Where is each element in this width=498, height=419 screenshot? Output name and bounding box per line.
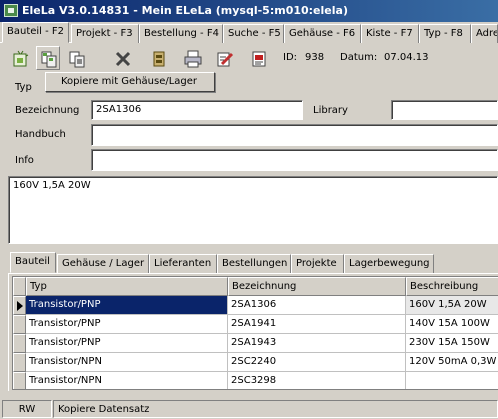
column-header-bezeichnung[interactable]: Bezeichnung xyxy=(228,277,406,296)
datasheet-button[interactable] xyxy=(246,46,270,70)
tab-suche[interactable]: Suche - F5 xyxy=(223,24,284,43)
table-cell[interactable]: 2SA1306 xyxy=(228,296,406,315)
copy-icon xyxy=(41,51,57,68)
delete-button[interactable] xyxy=(110,46,134,70)
typ-label: Typ xyxy=(15,82,32,93)
grid-panel: Typ Bezeichnung Beschreibung Transistor/… xyxy=(8,273,498,391)
table-cell[interactable]: 2SA1941 xyxy=(228,315,406,334)
row-indicator[interactable] xyxy=(13,353,26,372)
table-cell[interactable] xyxy=(406,372,498,389)
window-title: EleLa V3.0.14831 - Mein ELeLa (mysql-5:m… xyxy=(22,4,348,17)
table-cell[interactable]: Transistor/NPN xyxy=(26,353,228,372)
date-value: 07.04.13 xyxy=(384,52,429,63)
subtab-lagerbewegung[interactable]: Lagerbewegung xyxy=(344,254,434,273)
table-cell[interactable]: Transistor/NPN xyxy=(26,372,228,389)
status-bar: RW Kopiere Datensatz xyxy=(0,398,498,419)
subtab-bestellungen[interactable]: Bestellungen xyxy=(217,254,291,273)
table-cell[interactable]: Transistor/PNP xyxy=(26,296,228,315)
info-field[interactable] xyxy=(91,149,498,171)
id-label: ID: xyxy=(283,52,298,63)
grid-corner xyxy=(13,277,26,296)
datasheet-icon xyxy=(252,51,266,67)
title-bar: EleLa V3.0.14831 - Mein ELeLa (mysql-5:m… xyxy=(0,0,498,22)
tab-gehaeuse[interactable]: Gehäuse - F6 xyxy=(284,24,361,43)
table-cell[interactable]: 2SC3298 xyxy=(228,372,406,389)
copy-button[interactable] xyxy=(36,46,60,70)
table-cell[interactable]: 140V 15A 100W xyxy=(406,315,498,334)
id-value: 938 xyxy=(305,52,325,63)
copy-dropdown-menu: Kopiere mit Gehäuse/Lager xyxy=(45,72,215,92)
status-message: Kopiere Datensatz xyxy=(53,400,498,418)
description-memo[interactable]: 160V 1,5A 20W xyxy=(8,176,498,244)
table-cell[interactable]: Transistor/PNP xyxy=(26,315,228,334)
delete-icon xyxy=(115,51,131,67)
table-cell[interactable]: 230V 15A 150W xyxy=(406,334,498,353)
library-label: Library xyxy=(313,105,348,116)
new-icon xyxy=(13,50,29,67)
subtab-lieferanten[interactable]: Lieferanten xyxy=(149,254,217,273)
tab-bauteil[interactable]: Bauteil - F2 xyxy=(2,22,69,43)
subtab-gehaeuse-lager[interactable]: Gehäuse / Lager xyxy=(57,254,149,273)
new-button[interactable] xyxy=(8,46,32,70)
copy-with-housing-button[interactable] xyxy=(64,46,88,70)
row-indicator[interactable] xyxy=(13,315,26,334)
table-cell[interactable]: 2SC2240 xyxy=(228,353,406,372)
bezeichnung-label: Bezeichnung xyxy=(15,105,80,116)
table-cell[interactable]: 120V 50mA 0,3W xyxy=(406,353,498,372)
subtab-bauteil[interactable]: Bauteil xyxy=(10,252,56,273)
row-indicator[interactable] xyxy=(13,334,26,353)
edit-icon xyxy=(217,52,234,67)
table-cell[interactable]: 2SA1943 xyxy=(228,334,406,353)
app-icon xyxy=(4,4,18,17)
tab-projekt[interactable]: Projekt - F3 xyxy=(71,24,139,43)
storage-icon xyxy=(153,51,165,67)
sub-tab-bar: Bauteil Gehäuse / Lager Lieferanten Best… xyxy=(8,252,498,273)
date-label: Datum: xyxy=(340,52,378,63)
library-field[interactable] xyxy=(391,100,498,120)
menu-item-copy-with-housing[interactable]: Kopiere mit Gehäuse/Lager xyxy=(61,76,197,87)
tab-kiste[interactable]: Kiste - F7 xyxy=(361,24,419,43)
bezeichnung-field[interactable]: 2SA1306 xyxy=(91,100,303,120)
parts-grid[interactable]: Typ Bezeichnung Beschreibung Transistor/… xyxy=(12,276,498,390)
row-indicator[interactable] xyxy=(13,296,26,315)
storage-button[interactable] xyxy=(146,46,170,70)
print-button[interactable] xyxy=(180,46,204,70)
handbuch-field[interactable] xyxy=(91,124,498,146)
info-label: Info xyxy=(15,155,34,166)
main-tab-bar: Bauteil - F2 Projekt - F3 Bestellung - F… xyxy=(0,22,498,43)
tab-typ[interactable]: Typ - F8 xyxy=(419,24,471,43)
tab-bestellung[interactable]: Bestellung - F4 xyxy=(139,24,223,43)
table-cell[interactable]: Transistor/PNP xyxy=(26,334,228,353)
current-row-arrow-icon xyxy=(17,301,23,311)
table-cell[interactable]: 160V 1,5A 20W xyxy=(406,296,498,315)
edit-button[interactable] xyxy=(212,46,236,70)
handbuch-label: Handbuch xyxy=(15,129,66,140)
subtab-projekte[interactable]: Projekte xyxy=(291,254,344,273)
column-header-typ[interactable]: Typ xyxy=(26,277,228,296)
toolbar: ID: 938 Datum: 07.04.13 xyxy=(0,44,498,72)
tab-adressen[interactable]: Adre xyxy=(471,24,498,43)
row-indicator[interactable] xyxy=(13,372,26,389)
print-icon xyxy=(184,50,202,68)
copy-with-housing-icon xyxy=(69,51,85,68)
status-mode: RW xyxy=(2,400,52,418)
column-header-beschreibung[interactable]: Beschreibung xyxy=(406,277,498,296)
